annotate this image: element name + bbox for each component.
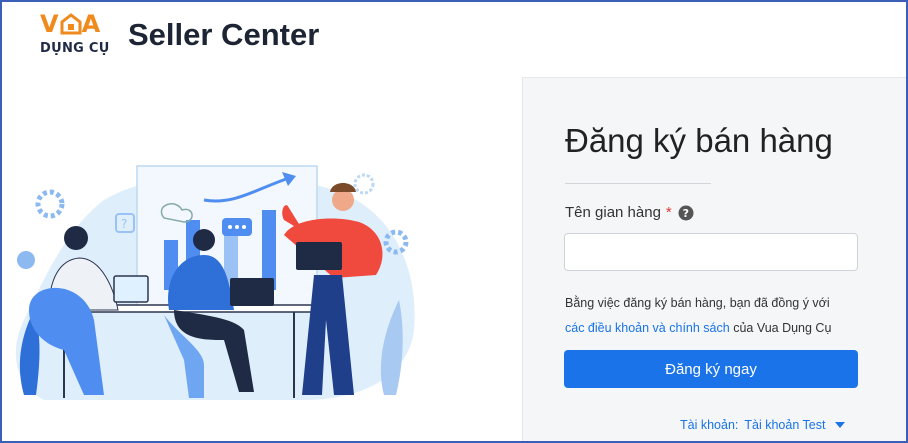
brand-logo[interactable]: VA DỤNG CỤ [38, 10, 114, 60]
store-name-label: Tên gian hàng * ? [565, 204, 694, 221]
signup-panel: Đăng ký bán hàng Tên gian hàng * ? Bằng … [522, 77, 906, 441]
terms-link[interactable]: các điều khoản và chính sách [565, 321, 730, 335]
app-title: Seller Center [128, 17, 320, 52]
caret-down-icon [835, 422, 846, 428]
svg-text:?: ? [682, 207, 688, 220]
account-label: Tài khoản: [680, 418, 739, 432]
account-value: Tài khoản Test [744, 418, 826, 432]
store-name-input[interactable] [564, 233, 858, 271]
account-selector[interactable]: Tài khoản: Tài khoản Test [680, 418, 846, 432]
register-now-button[interactable]: Đăng ký ngay [564, 350, 858, 388]
agreement-prefix: Bằng việc đăng ký bán hàng, bạn đã đồng … [565, 296, 830, 310]
page-title: Đăng ký bán hàng [565, 122, 833, 159]
agreement-text: Bằng việc đăng ký bán hàng, bạn đã đồng … [565, 291, 875, 341]
svg-text:?: ? [121, 217, 127, 231]
logo-house-icon [60, 13, 82, 35]
laptop-icon [113, 275, 149, 303]
help-icon[interactable]: ? [678, 205, 694, 221]
required-asterisk: * [665, 204, 672, 221]
team-illustration: ? [15, 165, 415, 400]
store-name-label-text: Tên gian hàng [565, 204, 661, 221]
logo-wordmark-bottom: DỤNG CỤ [40, 41, 110, 56]
logo-wordmark-top: VA [40, 10, 102, 38]
header: VA DỤNG CỤ Seller Center [38, 10, 319, 60]
gear-icon [35, 189, 65, 219]
title-divider [565, 183, 711, 184]
agreement-suffix: của Vua Dụng Cụ [733, 321, 832, 335]
